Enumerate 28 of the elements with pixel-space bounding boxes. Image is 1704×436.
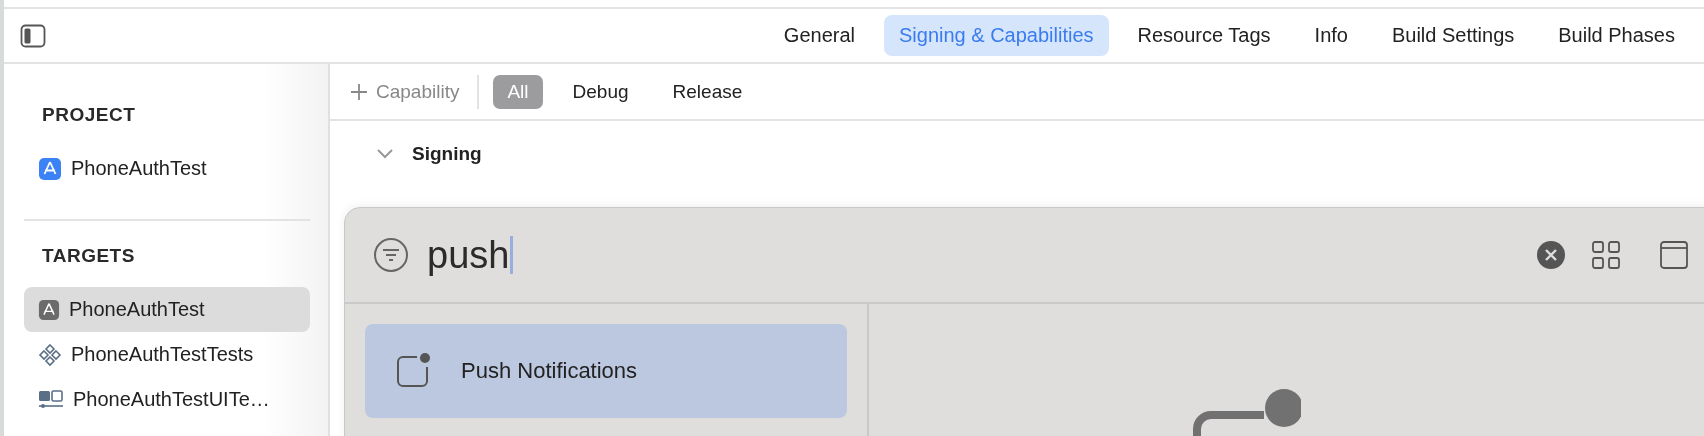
add-capability-button[interactable]: Capability (346, 76, 464, 107)
section-title: PROJECT (41, 103, 137, 127)
sidebar-item[interactable]: PhoneAuthTestUITe… (24, 377, 310, 422)
windows-icon (38, 388, 64, 411)
sidebar-item[interactable]: PhoneAuthTestTests (24, 332, 310, 377)
config-tab[interactable]: Debug (558, 74, 643, 109)
diamonds-icon (38, 342, 62, 367)
section-title: TARGETS (41, 244, 136, 268)
sidebar-toggle-icon[interactable] (20, 23, 46, 48)
app-icon (38, 156, 62, 181)
clear-icon[interactable] (1537, 241, 1565, 269)
sidebar-item[interactable]: PhoneAuthTest (24, 146, 310, 191)
window-icon[interactable] (1659, 240, 1689, 270)
tab[interactable]: Build Phases (1543, 15, 1690, 56)
app-icon (38, 298, 60, 321)
tab[interactable]: Resource Tags (1122, 15, 1286, 56)
tab[interactable]: Info (1299, 15, 1363, 56)
plus-icon (350, 82, 368, 101)
grid-icon[interactable] (1591, 240, 1621, 270)
section-title: Signing (412, 143, 482, 165)
config-tab[interactable]: Release (658, 74, 757, 109)
chevron-icon[interactable] (376, 148, 394, 160)
capability-item[interactable]: Push Notifications (365, 324, 847, 418)
tab[interactable]: General (768, 15, 870, 56)
filter-icon (373, 237, 409, 273)
sidebar-item[interactable]: PhoneAuthTest (24, 287, 310, 332)
tab[interactable]: Build Settings (1376, 15, 1530, 56)
search-field[interactable]: push (427, 233, 1519, 277)
